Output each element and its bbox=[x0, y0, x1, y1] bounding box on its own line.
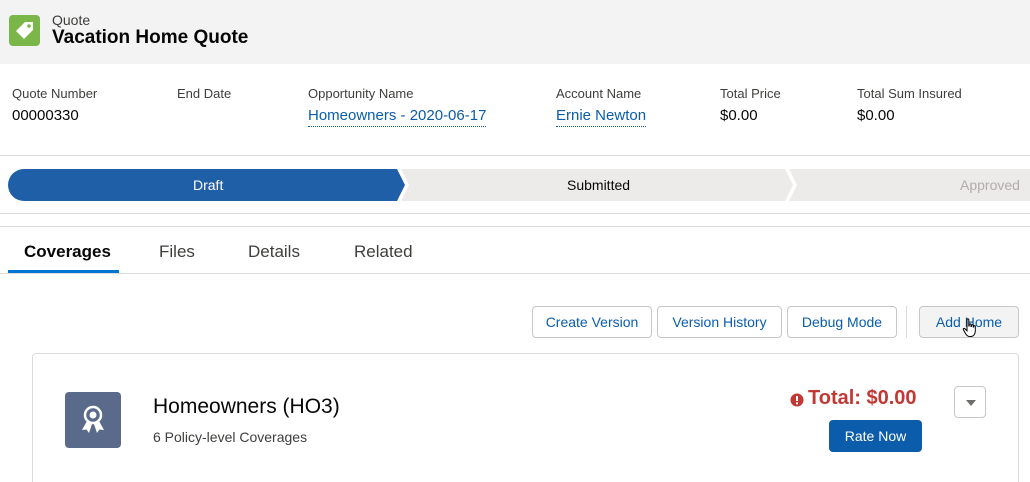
hand-pointer-cursor-icon bbox=[962, 318, 978, 343]
highlight-label: Total Price bbox=[720, 86, 781, 101]
tab-files[interactable]: Files bbox=[159, 242, 195, 262]
path-label-approved: Approved bbox=[960, 177, 1020, 193]
highlight-label: Quote Number bbox=[12, 86, 98, 101]
tab-details[interactable]: Details bbox=[248, 242, 300, 262]
product-subtitle: 6 Policy-level Coverages bbox=[153, 429, 308, 445]
highlight-total-sum-insured: Total Sum Insured $0.00 bbox=[857, 86, 962, 124]
product-total: Total: $0.00 bbox=[808, 387, 917, 409]
award-ribbon-icon bbox=[65, 392, 121, 448]
tag-icon bbox=[9, 15, 40, 46]
page-title: Vacation Home Quote bbox=[52, 27, 249, 48]
highlight-account-name: Account Name Ernie Newton bbox=[556, 86, 647, 127]
highlight-quote-number: Quote Number 00000330 bbox=[12, 86, 97, 124]
warning-icon bbox=[790, 393, 804, 412]
create-version-button[interactable]: Create Version bbox=[532, 306, 652, 338]
highlight-label: End Date bbox=[177, 86, 232, 101]
tab-related[interactable]: Related bbox=[354, 242, 413, 262]
path-label-submitted: Submitted bbox=[567, 177, 631, 193]
opportunity-link[interactable]: Homeowners - 2020-06-17 bbox=[308, 107, 487, 127]
divider bbox=[0, 226, 1030, 227]
highlight-opportunity-name: Opportunity Name Homeowners - 2020-06-17 bbox=[308, 86, 487, 127]
path-label-draft: Draft bbox=[193, 177, 224, 193]
highlight-value: $0.00 bbox=[720, 107, 758, 124]
chevron-down-icon bbox=[966, 400, 976, 406]
highlight-value: $0.00 bbox=[857, 107, 895, 124]
card-menu-button[interactable] bbox=[954, 386, 986, 418]
rate-now-button[interactable]: Rate Now bbox=[829, 420, 922, 452]
product-name: Homeowners (HO3) bbox=[153, 395, 340, 418]
highlight-label: Total Sum Insured bbox=[857, 86, 962, 101]
highlight-total-price: Total Price $0.00 bbox=[720, 86, 781, 124]
object-type-label: Quote bbox=[52, 12, 91, 28]
highlight-label: Account Name bbox=[556, 86, 642, 101]
tab-coverages[interactable]: Coverages bbox=[24, 242, 111, 262]
highlight-end-date: End Date bbox=[177, 86, 231, 107]
divider bbox=[0, 155, 1030, 156]
tabs-border bbox=[0, 273, 1030, 274]
debug-mode-button[interactable]: Debug Mode bbox=[787, 306, 897, 338]
version-history-button[interactable]: Version History bbox=[657, 306, 782, 338]
highlight-value: 00000330 bbox=[12, 107, 79, 124]
stage-path: Draft Submitted Approved bbox=[0, 169, 1030, 201]
account-link[interactable]: Ernie Newton bbox=[556, 107, 647, 127]
button-separator bbox=[906, 306, 907, 338]
highlight-label: Opportunity Name bbox=[308, 86, 414, 101]
divider bbox=[0, 213, 1030, 214]
record-header: Quote Vacation Home Quote bbox=[0, 0, 1030, 64]
